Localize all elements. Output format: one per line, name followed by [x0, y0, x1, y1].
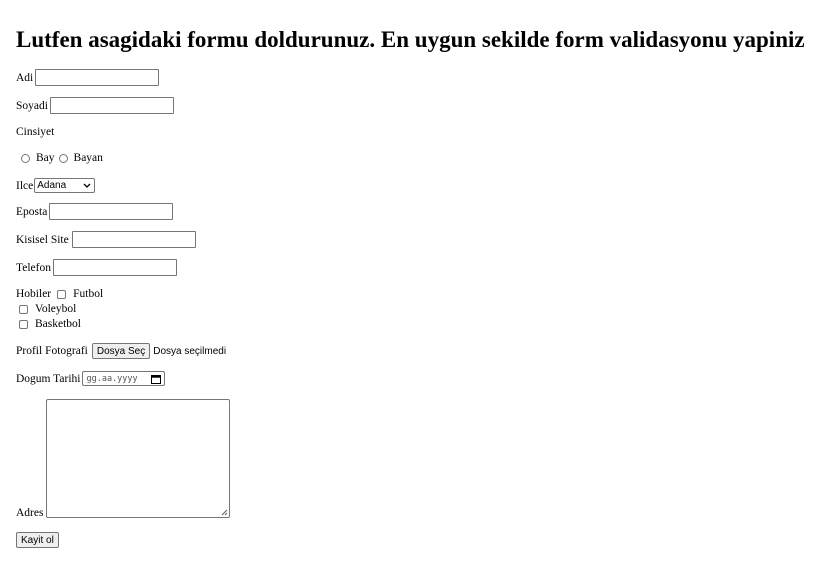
calendar-icon[interactable] — [151, 374, 162, 384]
checkbox-basketbol[interactable] — [19, 319, 28, 329]
adi-label: Adi — [16, 71, 34, 84]
birthdate-placeholder: gg.aa.yyyy — [86, 373, 138, 384]
ilce-selected: Adana — [37, 180, 67, 191]
checkbox-voleybol[interactable] — [19, 304, 28, 314]
dogum-label: Dogum Tarihi — [16, 372, 81, 385]
soyadi-row: Soyadi — [16, 97, 174, 114]
foto-label: Profil Fotografi — [16, 345, 88, 357]
checkbox-futbol-label: Futbol — [73, 288, 104, 300]
site-label: Kisisel Site — [16, 233, 69, 246]
radio-bay[interactable] — [21, 153, 30, 163]
site-row: Kisisel Site — [16, 231, 196, 248]
radio-bayan[interactable] — [58, 153, 68, 163]
adi-row: Adi — [16, 69, 160, 86]
telefon-row: Telefon — [16, 259, 177, 276]
soyadi-input[interactable] — [49, 97, 174, 114]
ilce-label: Ilce — [16, 179, 34, 192]
ilce-select[interactable]: Adana — [34, 178, 96, 193]
foto-row: Profil Fotografi Dosya Seç Dosya seçilme… — [16, 343, 226, 359]
adres-textarea[interactable] — [46, 399, 230, 518]
file-choose-button[interactable]: Dosya Seç — [91, 343, 151, 359]
birthdate-input[interactable]: gg.aa.yyyy — [82, 371, 166, 386]
cinsiyet-row: Cinsiyet — [16, 126, 54, 138]
telefon-label: Telefon — [16, 261, 51, 274]
checkbox-voleybol-label: Voleybol — [35, 303, 77, 315]
adres-row: Adres — [16, 507, 43, 519]
dogum-row: Dogum Tarihi gg.aa.yyyy — [16, 371, 166, 386]
site-input[interactable] — [71, 231, 196, 248]
eposta-input[interactable] — [49, 203, 174, 220]
hobiler-label: Hobiler — [16, 288, 52, 300]
ilce-row: Ilce Adana — [16, 178, 96, 193]
radio-bay-label: Bay — [36, 152, 55, 164]
submit-button[interactable]: Kayit ol — [16, 532, 59, 548]
adi-input[interactable] — [35, 69, 160, 86]
page-heading: Lutfen asagidaki formu doldurunuz. En uy… — [16, 27, 805, 52]
voleybol-row: Voleybol — [19, 303, 76, 315]
submit-row: Kayit ol — [16, 532, 59, 548]
eposta-row: Eposta — [16, 203, 174, 220]
checkbox-basketbol-label: Basketbol — [35, 318, 81, 330]
hobiler-row: Hobiler Futbol — [16, 288, 103, 300]
cinsiyet-label: Cinsiyet — [16, 126, 55, 138]
file-status: Dosya seçilmedi — [153, 345, 227, 357]
adres-label: Adres — [16, 507, 44, 519]
soyadi-label: Soyadi — [16, 99, 48, 112]
radio-bayan-label: Bayan — [73, 152, 103, 164]
checkbox-futbol[interactable] — [57, 289, 67, 299]
gender-options: Bay Bayan — [19, 152, 103, 164]
eposta-label: Eposta — [16, 205, 48, 218]
resize-grip-icon[interactable] — [220, 508, 228, 516]
telefon-input[interactable] — [52, 259, 177, 276]
chevron-down-icon — [83, 183, 91, 188]
basketbol-row: Basketbol — [19, 318, 81, 330]
